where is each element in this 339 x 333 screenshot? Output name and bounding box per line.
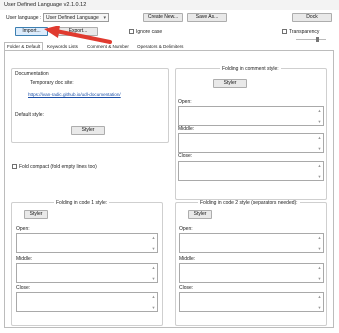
user-language-label: User language :	[6, 15, 42, 21]
scroll-up-icon[interactable]: ▲	[317, 135, 322, 140]
scroll-up-icon[interactable]: ▲	[317, 294, 322, 299]
default-style-label: Default style:	[15, 112, 44, 118]
code2-middle-textarea[interactable]: ▲ ▼	[179, 263, 324, 283]
documentation-title: Documentation	[15, 71, 49, 77]
code1-close-label: Close:	[16, 285, 31, 291]
code2-close-textarea[interactable]: ▲ ▼	[179, 292, 324, 312]
scroll-down-icon[interactable]: ▼	[317, 119, 322, 124]
code2-middle-label: Middle:	[179, 256, 196, 262]
temp-doc-site-label: Temporary doc site:	[30, 80, 74, 86]
code2-open-label: Open:	[179, 226, 193, 232]
comment-close-label: Close:	[178, 153, 193, 159]
scroll-down-icon[interactable]: ▼	[317, 146, 322, 151]
user-language-value: User Defined Language	[46, 15, 99, 21]
code1-close-textarea[interactable]: ▲ ▼	[16, 292, 158, 312]
documentation-group: Documentation Temporary doc site: https:…	[11, 68, 169, 143]
comment-close-textarea[interactable]: ▲ ▼	[178, 161, 324, 181]
code1-middle-textarea[interactable]: ▲ ▼	[16, 263, 158, 283]
folding-code1-group: Folding in code 1 style: Styler Open: ▲ …	[11, 200, 163, 326]
code1-middle-label: Middle:	[16, 256, 33, 262]
slider-track	[296, 39, 326, 40]
scroll-up-icon[interactable]: ▲	[317, 235, 322, 240]
ignore-case-label: Ignore case	[136, 29, 163, 35]
scroll-down-icon[interactable]: ▼	[317, 174, 322, 179]
code2-close-label: Close:	[179, 285, 194, 291]
scroll-down-icon[interactable]: ▼	[317, 276, 322, 281]
folding-comment-group: Folding in comment style: Styler Open: ▲…	[175, 66, 327, 200]
code1-open-label: Open:	[16, 226, 30, 232]
folding-code2-title: Folding in code 2 style (separators need…	[198, 200, 300, 206]
code1-styler-button[interactable]: Styler	[24, 210, 48, 219]
fold-compact-checkbox[interactable]	[12, 164, 17, 169]
scroll-down-icon[interactable]: ▼	[317, 305, 322, 310]
folding-code1-title: Folding in code 1 style:	[54, 200, 110, 206]
dock-button[interactable]: Dock	[292, 13, 332, 22]
scroll-down-icon[interactable]: ▼	[317, 246, 322, 251]
folding-comment-title: Folding in comment style:	[220, 66, 281, 72]
comment-open-label: Open:	[178, 99, 192, 105]
save-as-button[interactable]: Save As...	[187, 13, 227, 22]
scroll-down-icon[interactable]: ▼	[151, 305, 156, 310]
folding-code2-group: Folding in code 2 style (separators need…	[175, 200, 327, 326]
scroll-up-icon[interactable]: ▲	[151, 294, 156, 299]
scroll-down-icon[interactable]: ▼	[151, 246, 156, 251]
transparency-checkbox[interactable]	[282, 29, 287, 34]
transparency-slider[interactable]	[296, 37, 326, 42]
code2-styler-button[interactable]: Styler	[188, 210, 212, 219]
default-styler-button[interactable]: Styler	[71, 126, 105, 135]
code1-open-textarea[interactable]: ▲ ▼	[16, 233, 158, 253]
comment-open-textarea[interactable]: ▲ ▼	[178, 106, 324, 126]
scroll-up-icon[interactable]: ▲	[317, 163, 322, 168]
ignore-case-checkbox[interactable]	[129, 29, 134, 34]
fold-compact-label: Fold compact (fold empty lines too)	[19, 164, 97, 170]
doc-url-link[interactable]: https://ivan-radic.github.io/udl-documen…	[28, 92, 121, 97]
tab-panel: Documentation Temporary doc site: https:…	[4, 50, 334, 328]
transparency-label: Transparency	[289, 29, 320, 35]
window-title: User Defined Language v2.1.0.12	[4, 2, 87, 8]
comment-middle-textarea[interactable]: ▲ ▼	[178, 133, 324, 153]
title-bar: User Defined Language v2.1.0.12	[0, 0, 339, 10]
scroll-up-icon[interactable]: ▲	[317, 108, 322, 113]
scroll-down-icon[interactable]: ▼	[151, 276, 156, 281]
comment-styler-button[interactable]: Styler	[213, 79, 247, 88]
comment-middle-label: Middle:	[178, 126, 195, 132]
code2-open-textarea[interactable]: ▲ ▼	[179, 233, 324, 253]
scroll-up-icon[interactable]: ▲	[151, 235, 156, 240]
create-new-button[interactable]: Create New...	[143, 13, 183, 22]
chevron-down-icon: ▾	[103, 15, 106, 21]
scroll-up-icon[interactable]: ▲	[317, 265, 322, 270]
scroll-up-icon[interactable]: ▲	[151, 265, 156, 270]
user-language-select[interactable]: User Defined Language ▾	[43, 13, 109, 22]
